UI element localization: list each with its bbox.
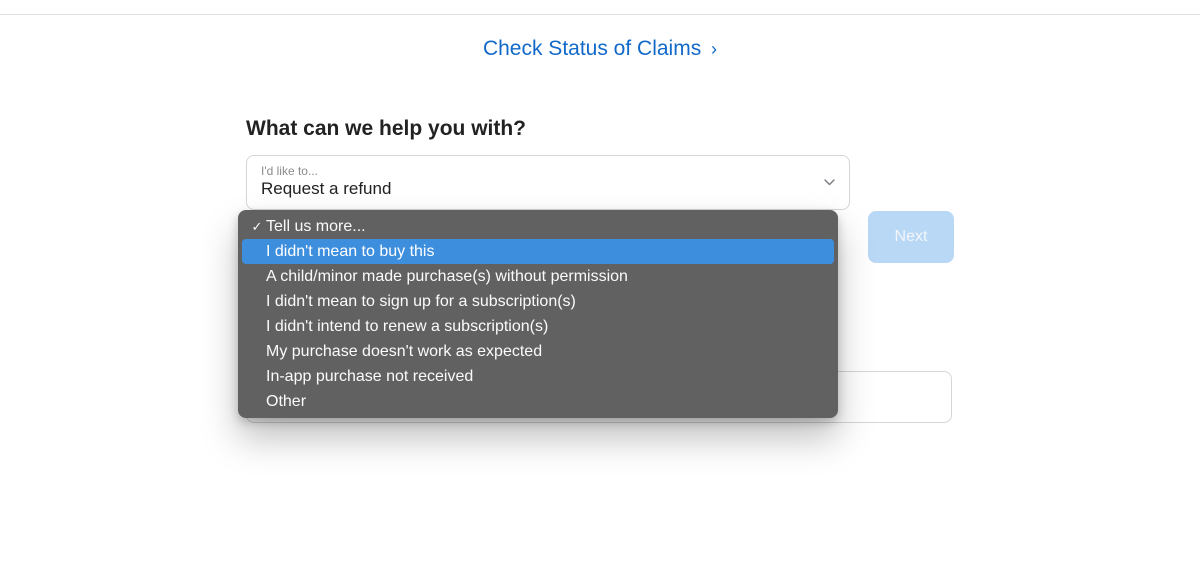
dropdown-option-label: I didn't mean to sign up for a subscript… bbox=[266, 293, 824, 311]
dropdown-option[interactable]: My purchase doesn't work as expected bbox=[242, 339, 834, 364]
check-status-link[interactable]: Check Status of Claims › bbox=[483, 37, 717, 60]
dropdown-option-placeholder[interactable]: ✓Tell us more... bbox=[242, 214, 834, 239]
dropdown-option[interactable]: I didn't mean to sign up for a subscript… bbox=[242, 289, 834, 314]
dropdown-option[interactable]: Other bbox=[242, 389, 834, 414]
check-icon: ✓ bbox=[248, 219, 266, 235]
dropdown-option[interactable]: A child/minor made purchase(s) without p… bbox=[242, 264, 834, 289]
dropdown-option[interactable]: I didn't mean to buy this bbox=[242, 239, 834, 264]
chevron-down-icon bbox=[824, 177, 835, 189]
dropdown-option-label: I didn't intend to renew a subscription(… bbox=[266, 318, 824, 336]
dropdown-option[interactable]: In-app purchase not received bbox=[242, 364, 834, 389]
dropdown-option-label: I didn't mean to buy this bbox=[266, 243, 824, 261]
next-button[interactable]: Next bbox=[868, 211, 954, 263]
check-status-text: Check Status of Claims bbox=[483, 37, 701, 60]
page-heading: What can we help you with? bbox=[246, 117, 954, 141]
request-type-label: I'd like to... bbox=[261, 164, 835, 178]
dropdown-option-label: Tell us more... bbox=[266, 218, 824, 236]
form-content: What can we help you with? I'd like to..… bbox=[246, 117, 954, 210]
reason-dropdown[interactable]: ✓Tell us more... I didn't mean to buy thi… bbox=[238, 210, 838, 418]
dropdown-option-label: A child/minor made purchase(s) without p… bbox=[266, 268, 824, 286]
dropdown-option-label: My purchase doesn't work as expected bbox=[266, 343, 824, 361]
dropdown-option-label: Other bbox=[266, 393, 824, 411]
chevron-right-icon: › bbox=[711, 39, 717, 60]
top-divider bbox=[0, 14, 1200, 15]
request-type-select[interactable]: I'd like to... Request a refund bbox=[246, 155, 850, 210]
request-type-value: Request a refund bbox=[261, 179, 835, 199]
dropdown-option-label: In-app purchase not received bbox=[266, 368, 824, 386]
header-link-row: Check Status of Claims › bbox=[0, 37, 1200, 61]
dropdown-option[interactable]: I didn't intend to renew a subscription(… bbox=[242, 314, 834, 339]
